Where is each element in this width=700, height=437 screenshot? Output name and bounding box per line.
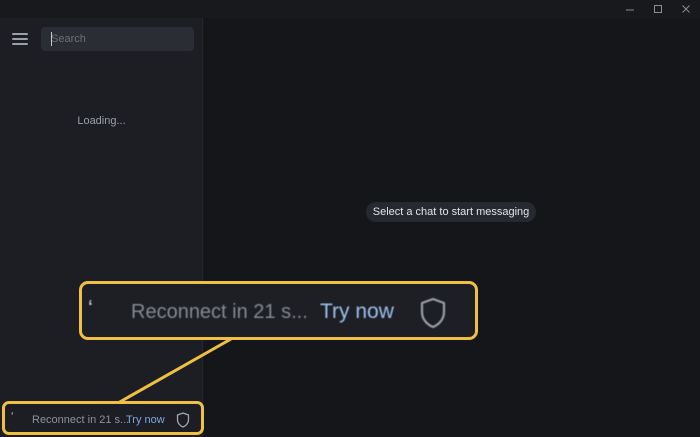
zoomed-connection-status: ʻ Reconnect in 21 s... Try now: [79, 281, 478, 340]
search-input[interactable]: [41, 27, 194, 51]
close-icon[interactable]: [672, 0, 700, 18]
shield-icon[interactable]: [176, 412, 190, 433]
spinner-icon: ʻ: [88, 296, 93, 321]
title-bar: [0, 0, 700, 18]
maximize-icon[interactable]: [644, 0, 672, 18]
connection-status: ʻ Reconnect in 21 s... Try now: [2, 401, 204, 435]
reconnect-countdown: Reconnect in 21 s...: [32, 414, 130, 426]
try-now-link[interactable]: Try now: [126, 414, 165, 426]
shield-icon: [419, 297, 447, 334]
spinner-icon: ʻ: [11, 411, 14, 423]
text-caret: [51, 32, 52, 46]
sidebar: Loading...: [0, 18, 203, 437]
loading-text: Loading...: [77, 115, 126, 127]
window-controls: [616, 0, 700, 18]
try-now-link-zoomed[interactable]: Try now: [320, 300, 394, 324]
main-panel: [204, 18, 700, 437]
reconnect-countdown-zoomed: Reconnect in 21 s...: [131, 301, 308, 323]
hamburger-menu-icon[interactable]: [11, 31, 29, 47]
minimize-icon[interactable]: [616, 0, 644, 18]
empty-state-message: Select a chat to start messaging: [366, 202, 536, 222]
